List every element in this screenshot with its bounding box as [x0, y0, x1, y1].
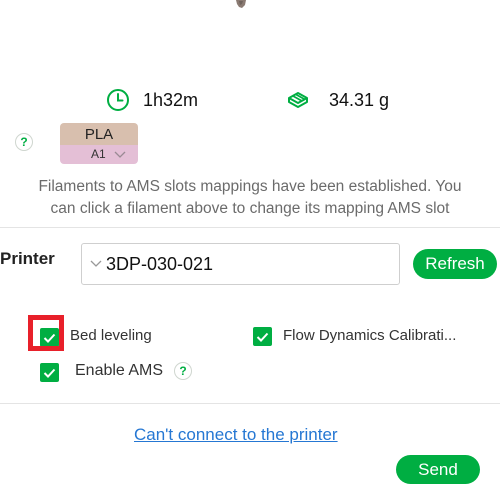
- ams-mapping-message-line1: Filaments to AMS slots mappings have bee…: [38, 178, 462, 195]
- checkmark-icon: [43, 368, 56, 378]
- highlight-box: [28, 315, 64, 351]
- chevron-down-icon: [114, 151, 126, 158]
- refresh-button[interactable]: Refresh: [413, 249, 497, 279]
- flow-calibration-label: Flow Dynamics Calibrati...: [283, 327, 457, 344]
- send-button[interactable]: Send: [396, 455, 480, 484]
- ams-slot-label: A1: [91, 147, 106, 161]
- filament-type: PLA: [60, 123, 138, 145]
- ams-mapping-message-line2: can click a filament above to change its…: [50, 200, 450, 217]
- chevron-down-icon: [90, 260, 102, 267]
- checkmark-icon: [256, 332, 269, 342]
- print-time: 1h32m: [105, 86, 198, 114]
- help-icon[interactable]: ?: [174, 362, 192, 380]
- divider: [0, 403, 500, 404]
- clock-icon: [107, 89, 129, 111]
- cant-connect-link[interactable]: Can't connect to the printer: [134, 425, 338, 445]
- ams-slot: A1: [60, 145, 138, 164]
- filament-spool-icon: [288, 92, 308, 108]
- flow-calibration-checkbox[interactable]: [253, 327, 272, 346]
- printer-select[interactable]: 3DP-030-021: [81, 243, 400, 285]
- enable-ams-checkbox[interactable]: [40, 363, 59, 382]
- help-icon[interactable]: ?: [15, 133, 33, 151]
- ams-mapping-message: Filaments to AMS slots mappings have bee…: [0, 176, 500, 220]
- printer-select-value: 3DP-030-021: [106, 253, 214, 274]
- bed-leveling-label: Bed leveling: [70, 327, 152, 344]
- filament-weight: 34.31 g: [285, 86, 389, 114]
- filament-mapping-swatch[interactable]: PLA A1: [60, 123, 138, 164]
- filament-weight-value: 34.31 g: [329, 89, 390, 110]
- enable-ams-label: Enable AMS: [75, 362, 164, 379]
- model-thumbnail: [236, 0, 246, 8]
- print-time-value: 1h32m: [143, 89, 199, 110]
- divider: [0, 227, 500, 228]
- printer-label: Printer: [0, 249, 55, 268]
